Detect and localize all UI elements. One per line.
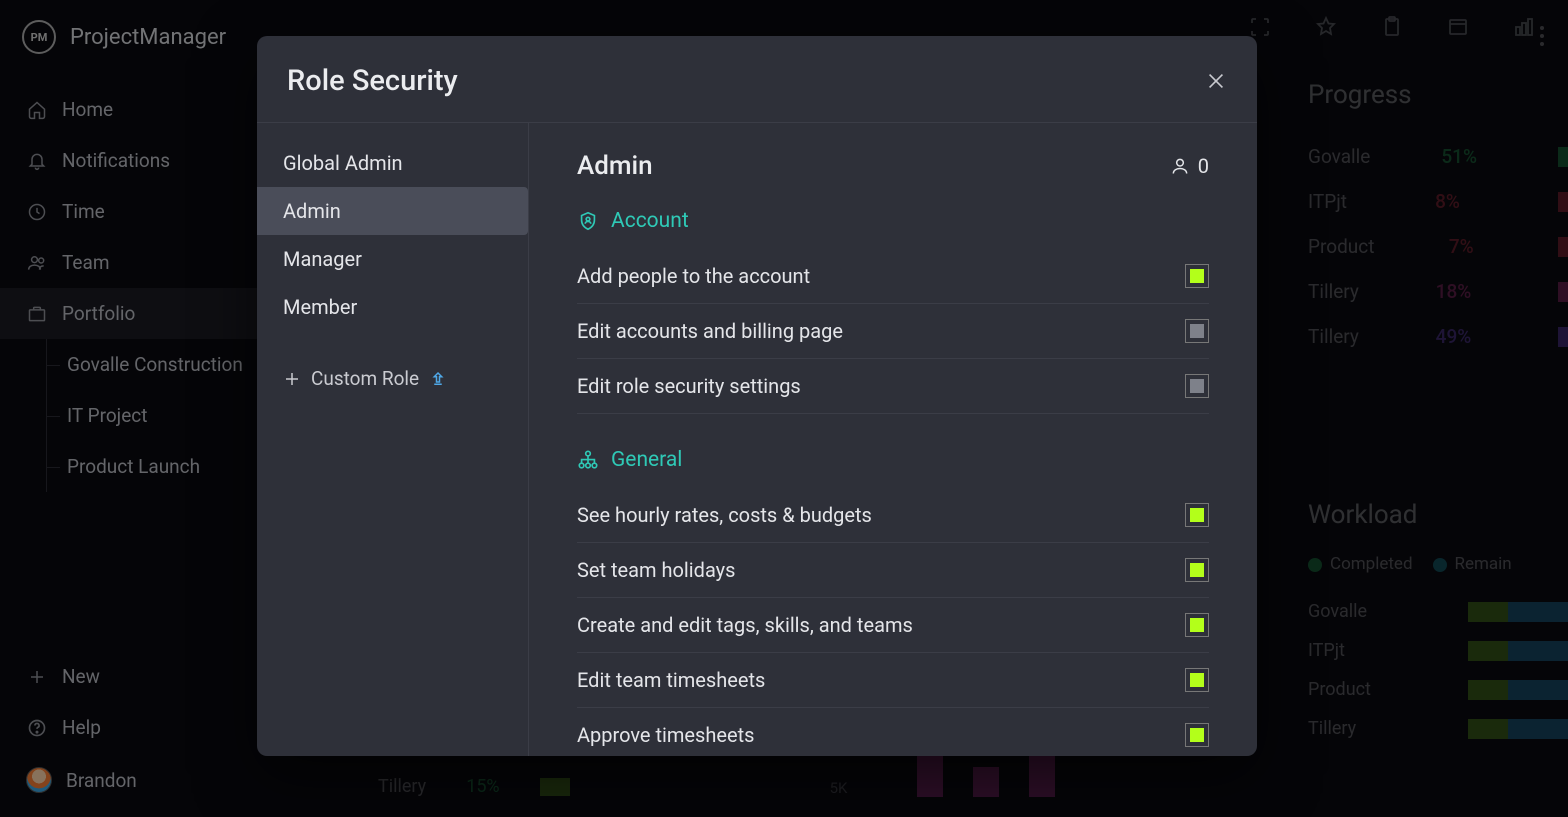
- permission-checkbox[interactable]: [1185, 319, 1209, 343]
- role-item-admin[interactable]: Admin: [257, 187, 528, 235]
- permission-label: See hourly rates, costs & budgets: [577, 503, 872, 527]
- permission-label: Add people to the account: [577, 264, 810, 288]
- permission-row: Edit team timesheets: [577, 653, 1209, 708]
- close-button[interactable]: [1205, 70, 1227, 92]
- permission-checkbox[interactable]: [1185, 668, 1209, 692]
- permission-row: Edit role security settings: [577, 359, 1209, 414]
- permission-checkbox[interactable]: [1185, 723, 1209, 747]
- custom-role-label: Custom Role: [311, 367, 419, 390]
- person-icon: [1170, 156, 1190, 176]
- role-item-manager[interactable]: Manager: [257, 235, 528, 283]
- permission-label: Set team holidays: [577, 558, 735, 582]
- permission-label: Edit accounts and billing page: [577, 319, 843, 343]
- permission-label: Edit team timesheets: [577, 668, 765, 692]
- shield-icon: [577, 210, 599, 232]
- section-name: General: [611, 448, 682, 472]
- section-header-general: General: [577, 448, 1209, 472]
- role-list: Global AdminAdminManagerMember Custom Ro…: [257, 123, 529, 756]
- permission-checkbox[interactable]: [1185, 264, 1209, 288]
- permission-label: Create and edit tags, skills, and teams: [577, 613, 913, 637]
- permission-row: Add people to the account: [577, 249, 1209, 304]
- add-custom-role[interactable]: Custom Role: [257, 345, 528, 412]
- role-detail: Admin 0 Account Add people to the account…: [529, 123, 1257, 756]
- modal-title: Role Security: [287, 64, 458, 98]
- permission-row: Create and edit tags, skills, and teams: [577, 598, 1209, 653]
- role-item-global-admin[interactable]: Global Admin: [257, 139, 528, 187]
- role-item-member[interactable]: Member: [257, 283, 528, 331]
- user-count[interactable]: 0: [1170, 154, 1209, 178]
- modal-header: Role Security: [257, 36, 1257, 123]
- role-security-modal: Role Security Global AdminAdminManagerMe…: [257, 36, 1257, 756]
- permission-checkbox[interactable]: [1185, 558, 1209, 582]
- permission-label: Approve timesheets: [577, 723, 754, 747]
- section-header-account: Account: [577, 209, 1209, 233]
- permission-checkbox[interactable]: [1185, 613, 1209, 637]
- upgrade-icon: [429, 370, 447, 388]
- permission-row: Edit accounts and billing page: [577, 304, 1209, 359]
- permission-label: Edit role security settings: [577, 374, 801, 398]
- section-name: Account: [611, 209, 689, 233]
- permission-row: Set team holidays: [577, 543, 1209, 598]
- org-icon: [577, 449, 599, 471]
- permission-row: Approve timesheets: [577, 708, 1209, 756]
- plus-icon: [283, 370, 301, 388]
- role-detail-title: Admin: [577, 151, 653, 181]
- close-icon: [1205, 70, 1227, 92]
- permission-row: See hourly rates, costs & budgets: [577, 488, 1209, 543]
- user-count-value: 0: [1198, 154, 1209, 178]
- permission-checkbox[interactable]: [1185, 503, 1209, 527]
- permission-checkbox[interactable]: [1185, 374, 1209, 398]
